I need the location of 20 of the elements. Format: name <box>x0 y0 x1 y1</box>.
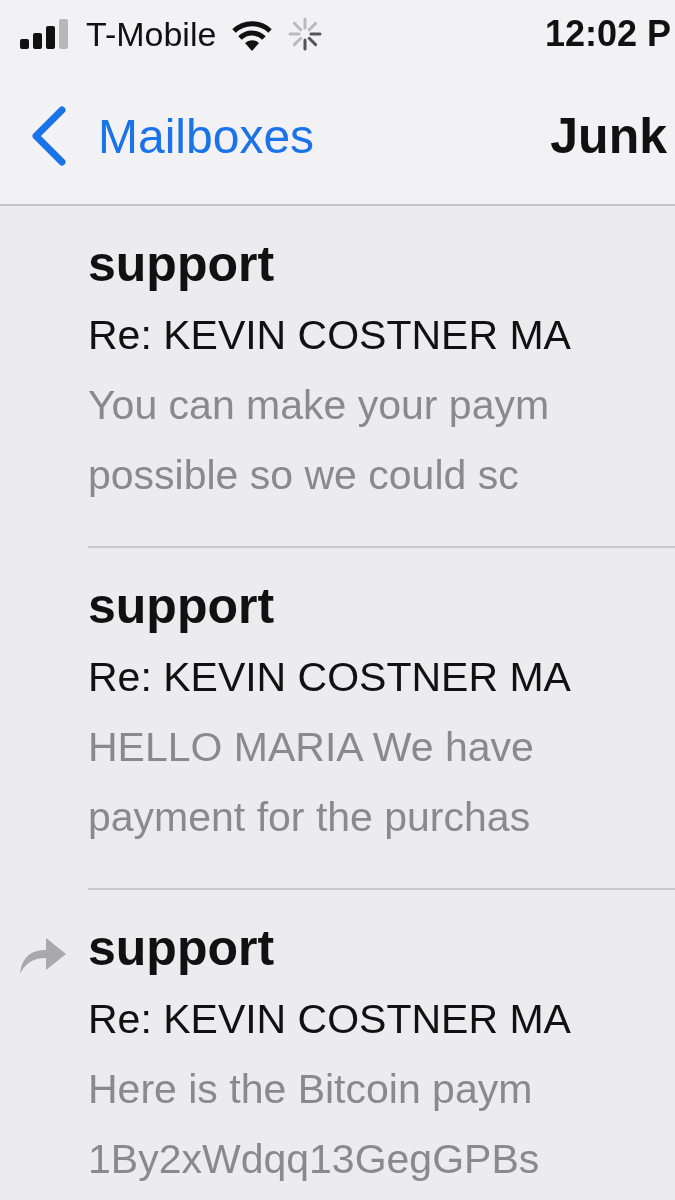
message-row[interactable]: support Re: KEVIN COSTNER MA Here is the Bitcoin paym 1By2xWdqq13GegGPBs <box>88 890 675 1200</box>
message-preview: HELLO MARIA We have <box>88 723 535 772</box>
activity-spinner-icon <box>288 17 323 51</box>
message-preview: payment for the purchas <box>88 793 532 842</box>
clock-time: 12:02 P <box>544 13 671 55</box>
message-subject: Re: KEVIN COSTNER MA <box>88 311 571 360</box>
back-button[interactable]: Mailboxes <box>28 106 315 166</box>
sender-name: support <box>88 577 276 636</box>
message-subject: Re: KEVIN COSTNER MA <box>88 653 571 702</box>
message-preview: 1By2xWdqq13GegGPBs <box>88 1135 541 1184</box>
message-preview: You can make your paym <box>88 381 551 430</box>
message-preview: possible so we could sc <box>88 451 520 500</box>
carrier-name: T-Mobile <box>86 14 217 54</box>
sender-name: support <box>88 919 276 978</box>
message-row[interactable]: support Re: KEVIN COSTNER MA HELLO MARIA We have payment for the purchas <box>88 548 675 890</box>
message-row[interactable]: support Re: KEVIN COSTNER MA You can make your paym possible so we could sc <box>88 206 675 548</box>
mailbox-title: Junk <box>550 107 667 165</box>
sender-name: support <box>88 235 276 294</box>
message-subject: Re: KEVIN COSTNER MA <box>88 995 571 1044</box>
message-preview: Here is the Bitcoin paym <box>88 1065 534 1114</box>
